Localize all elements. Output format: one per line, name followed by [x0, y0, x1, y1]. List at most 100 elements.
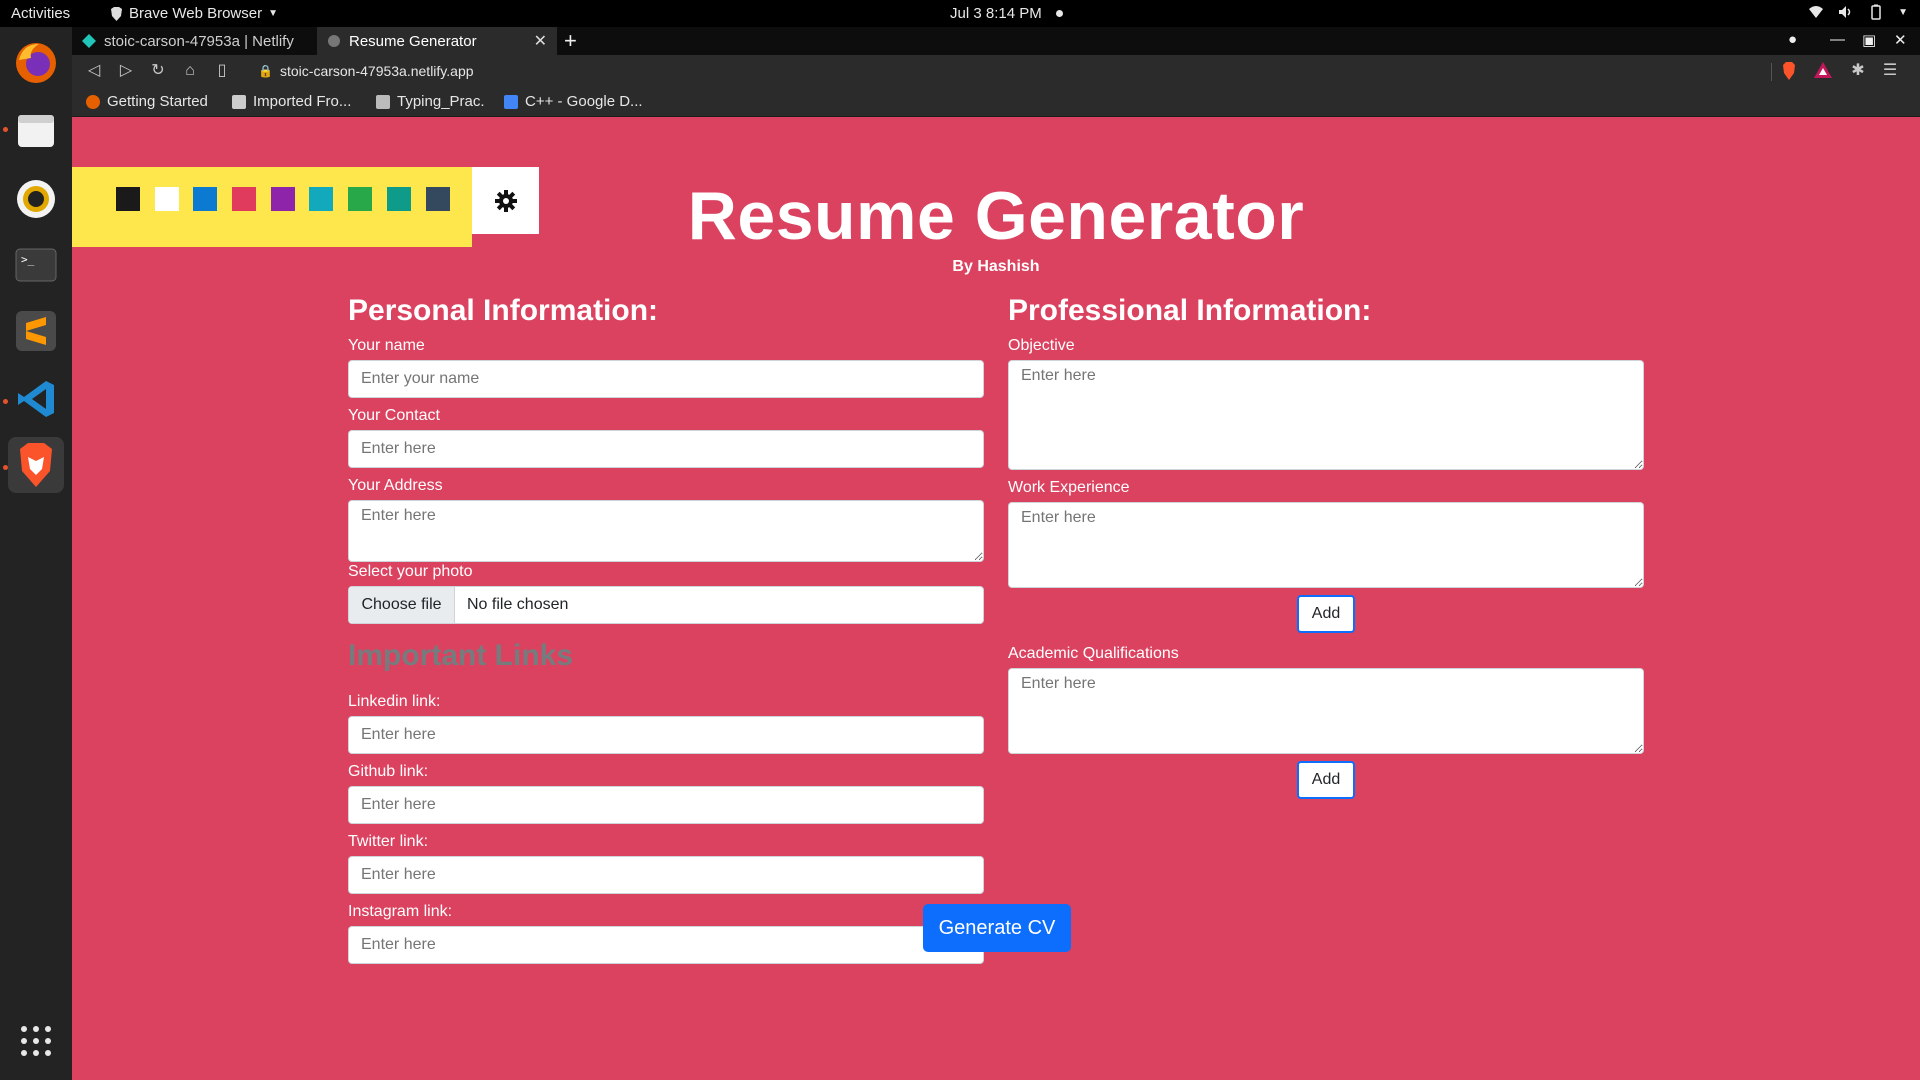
divider: [1771, 63, 1772, 81]
instagram-input[interactable]: [348, 926, 984, 964]
url-text: stoic-carson-47953a.netlify.app: [280, 63, 474, 79]
apps-grid-icon: [21, 1026, 51, 1056]
bookmark-icon[interactable]: ▯: [212, 61, 232, 81]
clock[interactable]: Jul 3 8:14 PM: [950, 5, 1042, 22]
show-applications-button[interactable]: [8, 1013, 64, 1069]
terminal-icon: >_: [15, 248, 57, 282]
add-work-experience-button[interactable]: Add: [1297, 595, 1355, 633]
photo-label: Select your photo: [348, 563, 473, 580]
netlify-icon: [82, 34, 96, 48]
github-input[interactable]: [348, 786, 984, 824]
extensions-icon[interactable]: ✱: [1848, 61, 1868, 81]
brave-shields-icon[interactable]: [1781, 62, 1797, 80]
linkedin-label: Linkedin link:: [348, 693, 441, 710]
google-docs-icon: [504, 94, 518, 109]
firefox-icon: [86, 94, 100, 109]
add-academic-button[interactable]: Add: [1297, 761, 1355, 799]
twitter-label: Twitter link:: [348, 833, 429, 850]
new-tab-button[interactable]: +: [564, 28, 577, 54]
dock-sublime-text[interactable]: [8, 303, 64, 359]
bookmark-label: Getting Started: [107, 93, 208, 110]
restore-icon[interactable]: ▣: [1862, 31, 1876, 49]
bookmark-typing-prac[interactable]: Typing_Prac.: [376, 93, 485, 110]
name-label: Your name: [348, 337, 425, 354]
rhythmbox-icon: [17, 180, 55, 218]
bookmark-label: Typing_Prac.: [397, 93, 485, 110]
browser-window: stoic-carson-47953a | Netlify Resume Gen…: [72, 27, 1920, 1080]
address-label: Your Address: [348, 477, 443, 494]
activities-button[interactable]: Activities: [11, 5, 70, 22]
academic-label: Academic Qualifications: [1008, 645, 1179, 662]
folder-icon: [232, 94, 246, 109]
menu-icon[interactable]: ☰: [1880, 61, 1900, 81]
back-icon[interactable]: ◁: [84, 61, 104, 81]
choose-file-button[interactable]: Choose file: [349, 587, 455, 623]
system-top-bar: Activities Brave Web Browser ▼ Jul 3 8:1…: [0, 0, 1920, 27]
app-menu-label: Brave Web Browser: [129, 5, 263, 22]
tab-strip: stoic-carson-47953a | Netlify Resume Gen…: [72, 27, 1920, 55]
brave-rewards-icon[interactable]: [1814, 62, 1832, 78]
navigation-bar: ◁ ▷ ↻ ⌂ ▯ 🔒 stoic-carson-47953a.netlify.…: [72, 55, 1920, 87]
chevron-down-icon: ▼: [1898, 6, 1908, 18]
page-icon: [376, 94, 390, 109]
work-experience-textarea[interactable]: [1008, 502, 1644, 588]
firefox-icon: [16, 43, 56, 83]
contact-label: Your Contact: [348, 407, 440, 424]
objective-label: Objective: [1008, 337, 1075, 354]
system-tray[interactable]: ▼: [1808, 4, 1908, 20]
generate-cv-button[interactable]: Generate CV: [923, 904, 1071, 952]
twitter-input[interactable]: [348, 856, 984, 894]
app-menu[interactable]: Brave Web Browser ▼: [110, 5, 278, 22]
folder-icon: [18, 115, 54, 147]
bookmark-getting-started[interactable]: Getting Started: [86, 93, 208, 110]
dock-files[interactable]: [8, 103, 64, 159]
dock-vscode[interactable]: [8, 371, 64, 427]
bookmark-cpp-google-docs[interactable]: C++ - Google D...: [504, 93, 643, 110]
close-tab-icon[interactable]: ✕: [534, 31, 547, 51]
minimize-icon[interactable]: —: [1830, 31, 1845, 48]
important-links-heading: Important Links: [348, 639, 574, 672]
battery-icon: [1871, 4, 1881, 20]
bookmarks-bar: Getting Started Imported Fro... Typing_P…: [72, 87, 1920, 117]
tab-resume-generator[interactable]: Resume Generator ✕: [317, 27, 557, 55]
name-input[interactable]: [348, 360, 984, 398]
page-byline: By Hashish: [952, 258, 1040, 275]
dock-rhythmbox[interactable]: [8, 171, 64, 227]
dock: >_: [0, 27, 72, 1080]
linkedin-input[interactable]: [348, 716, 984, 754]
file-status: No file chosen: [467, 596, 569, 613]
tab-label: Resume Generator: [349, 32, 477, 50]
photo-file-input[interactable]: Choose file No file chosen: [348, 586, 984, 624]
reload-icon[interactable]: ↻: [148, 61, 168, 81]
forward-icon[interactable]: ▷: [116, 61, 136, 81]
academic-textarea[interactable]: [1008, 668, 1644, 754]
globe-icon: [328, 35, 340, 47]
address-bar[interactable]: 🔒 stoic-carson-47953a.netlify.app: [250, 58, 1770, 84]
brave-lion-icon: [111, 6, 122, 21]
objective-textarea[interactable]: [1008, 360, 1644, 470]
dock-brave[interactable]: [8, 437, 64, 493]
close-window-icon[interactable]: ✕: [1894, 31, 1907, 49]
page-content: Resume Generator By Hashish Personal Inf…: [72, 127, 1920, 1080]
personal-info-heading: Personal Information:: [348, 294, 659, 327]
bookmark-label: C++ - Google D...: [525, 93, 643, 110]
tab-netlify[interactable]: stoic-carson-47953a | Netlify: [72, 27, 312, 55]
address-textarea[interactable]: [348, 500, 984, 562]
home-icon[interactable]: ⌂: [180, 61, 200, 81]
volume-icon: [1839, 6, 1851, 18]
tab-label: stoic-carson-47953a | Netlify: [104, 32, 294, 50]
dock-terminal[interactable]: >_: [8, 237, 64, 293]
professional-info-heading: Professional Information:: [1008, 294, 1372, 327]
notification-dot: [1056, 10, 1063, 17]
lock-icon: 🔒: [258, 64, 273, 78]
dock-firefox[interactable]: [8, 35, 64, 91]
page-title: Resume Generator: [687, 178, 1305, 254]
instagram-label: Instagram link:: [348, 903, 453, 920]
contact-input[interactable]: [348, 430, 984, 468]
chevron-down-icon: ▼: [268, 8, 279, 19]
profile-icon[interactable]: ●: [1788, 31, 1797, 48]
brave-icon: [20, 443, 52, 487]
bookmark-imported[interactable]: Imported Fro...: [232, 93, 351, 110]
wifi-icon: [1809, 6, 1824, 18]
vscode-icon: [18, 381, 54, 417]
